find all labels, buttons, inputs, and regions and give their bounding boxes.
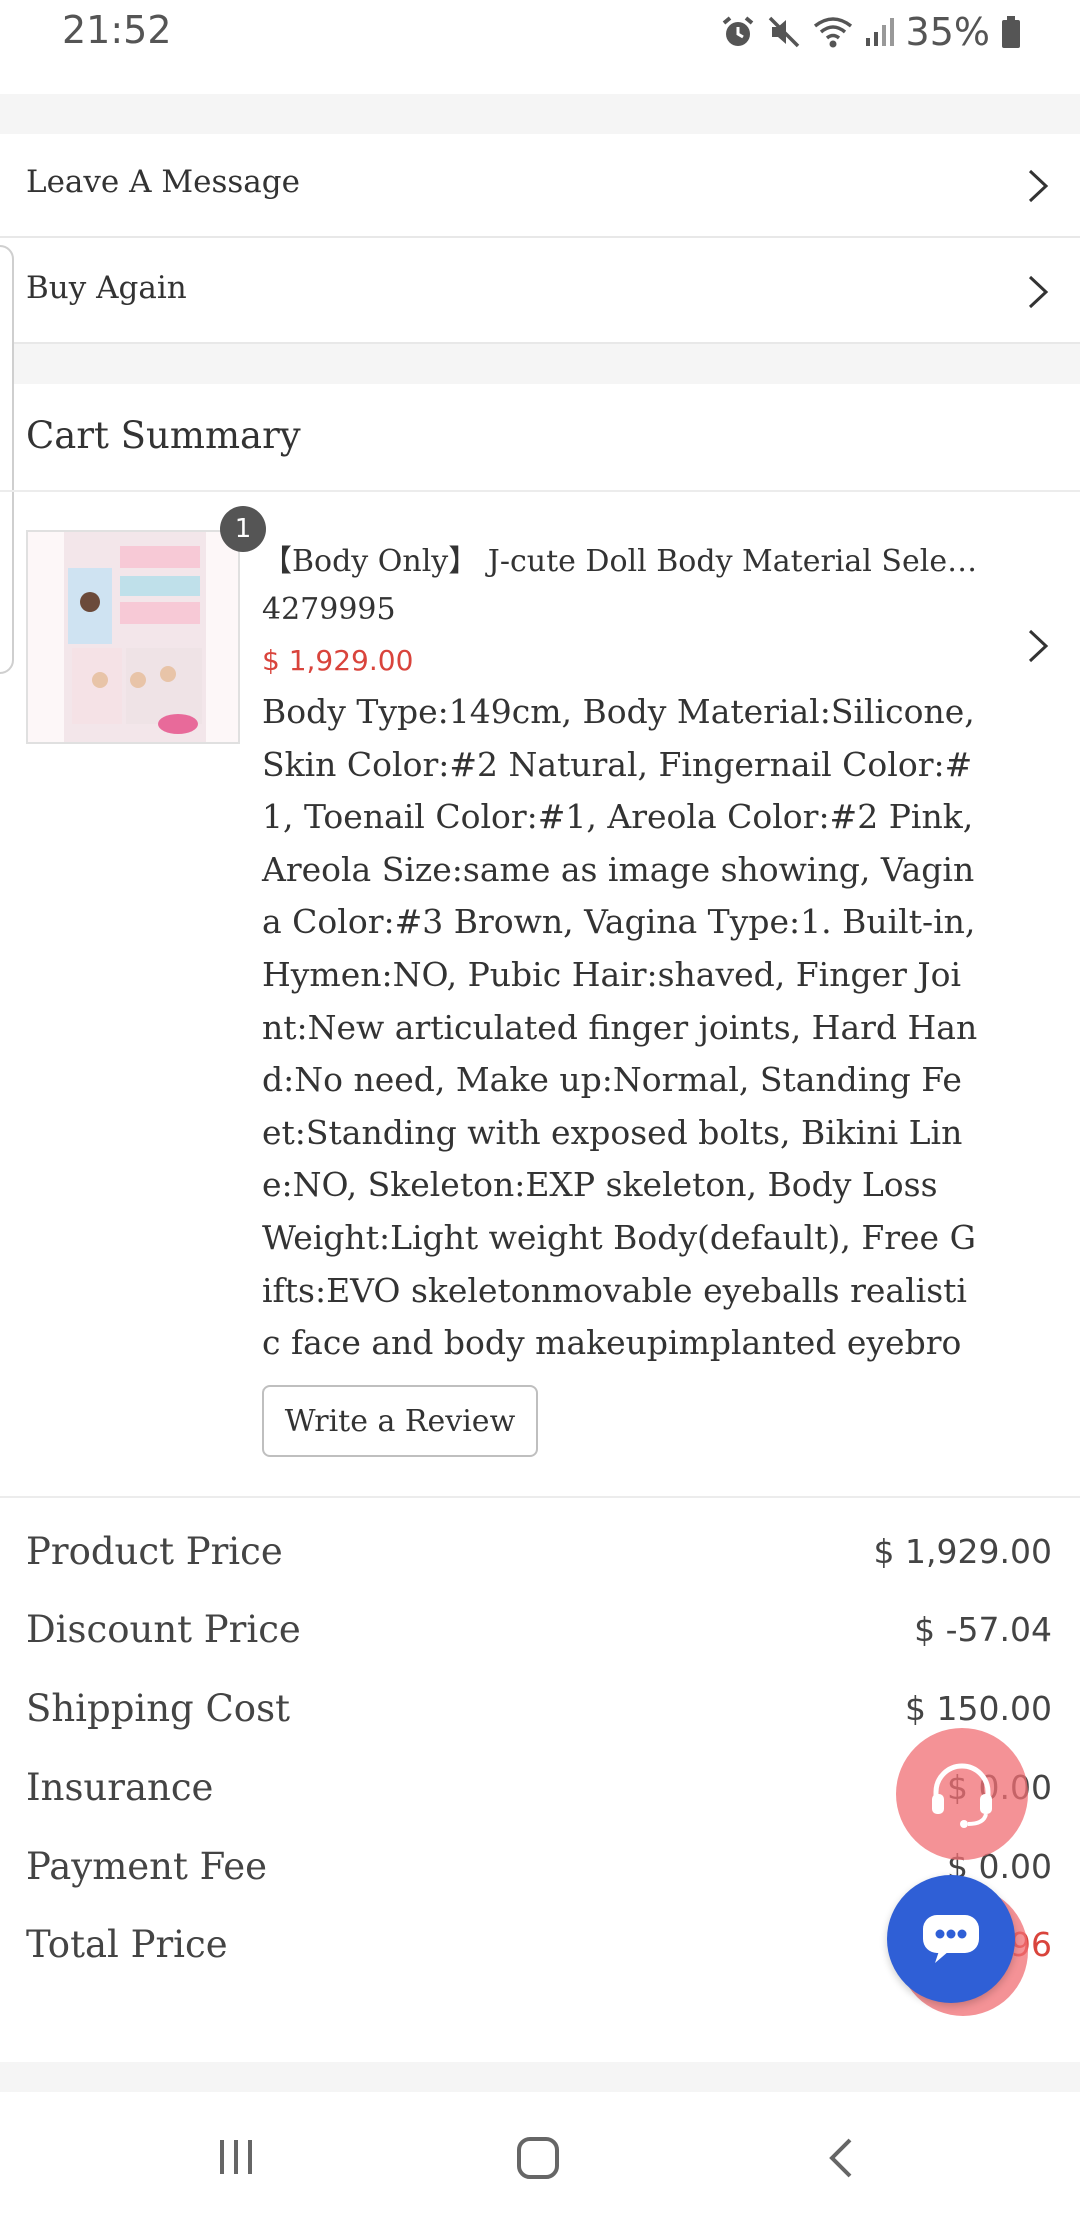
wifi-icon <box>813 17 852 48</box>
leave-message-label: Leave A Message <box>26 164 300 200</box>
chevron-right-icon <box>1028 275 1049 309</box>
battery-percent: 35% <box>905 10 990 54</box>
write-review-button[interactable]: Write a Review <box>262 1385 538 1457</box>
discount-price-value: $ -57.04 <box>914 1610 1052 1649</box>
chevron-right-icon[interactable] <box>1026 628 1050 664</box>
payment-fee-label: Payment Fee <box>26 1845 268 1888</box>
headset-icon <box>932 1763 992 1828</box>
product-price-value: $ 1,929.00 <box>873 1532 1052 1571</box>
system-nav-bar <box>0 2092 1080 2220</box>
side-drawer-handle[interactable] <box>0 245 14 674</box>
customer-support-button[interactable] <box>896 1728 1028 1860</box>
recent-apps-icon[interactable] <box>214 2136 258 2176</box>
section-gap <box>0 94 1080 134</box>
discount-price-row: Discount Price $ -57.04 <box>0 1600 1080 1660</box>
product-title[interactable]: 【Body Only】 J-cute Doll Body Material Se… <box>262 536 982 580</box>
shipping-cost-label: Shipping Cost <box>26 1687 290 1730</box>
chevron-right-icon <box>1028 169 1049 203</box>
product-options: Body Type:149cm, Body Material:Silicone,… <box>262 692 978 1415</box>
home-icon[interactable] <box>515 2136 561 2180</box>
quantity-badge: 1 <box>220 506 266 552</box>
shipping-cost-row: Shipping Cost $ 150.00 <box>0 1679 1080 1739</box>
product-thumbnail[interactable] <box>26 530 240 744</box>
alarm-icon <box>722 16 753 46</box>
back-icon[interactable] <box>826 2136 856 2180</box>
buy-again-row[interactable]: Buy Again <box>0 240 1080 344</box>
mute-icon <box>768 16 799 48</box>
insurance-label: Insurance <box>26 1766 214 1809</box>
product-code: 4279995 <box>262 592 396 627</box>
status-time: 21:52 <box>62 8 172 52</box>
chat-button[interactable] <box>887 1875 1015 2003</box>
product-price-row: Product Price $ 1,929.00 <box>0 1522 1080 1582</box>
discount-price-label: Discount Price <box>26 1608 301 1651</box>
signal-icon <box>865 18 894 46</box>
status-icons: 35% <box>720 10 1022 54</box>
section-gap <box>0 2062 1080 2092</box>
cart-summary-title: Cart Summary <box>26 414 301 457</box>
chat-bubble-icon <box>923 1915 979 1963</box>
status-bar: 21:52 35% <box>0 0 1080 66</box>
product-image <box>28 532 238 742</box>
battery-icon <box>1002 16 1020 48</box>
shipping-cost-value: $ 150.00 <box>905 1689 1052 1728</box>
divider <box>0 1496 1080 1498</box>
buy-again-label: Buy Again <box>26 270 187 306</box>
product-price-label: Product Price <box>26 1530 283 1573</box>
product-price: $ 1,929.00 <box>262 644 414 677</box>
leave-message-row[interactable]: Leave A Message <box>0 134 1080 238</box>
divider <box>0 490 1080 492</box>
section-gap <box>0 344 1080 384</box>
total-price-label: Total Price <box>26 1923 228 1966</box>
